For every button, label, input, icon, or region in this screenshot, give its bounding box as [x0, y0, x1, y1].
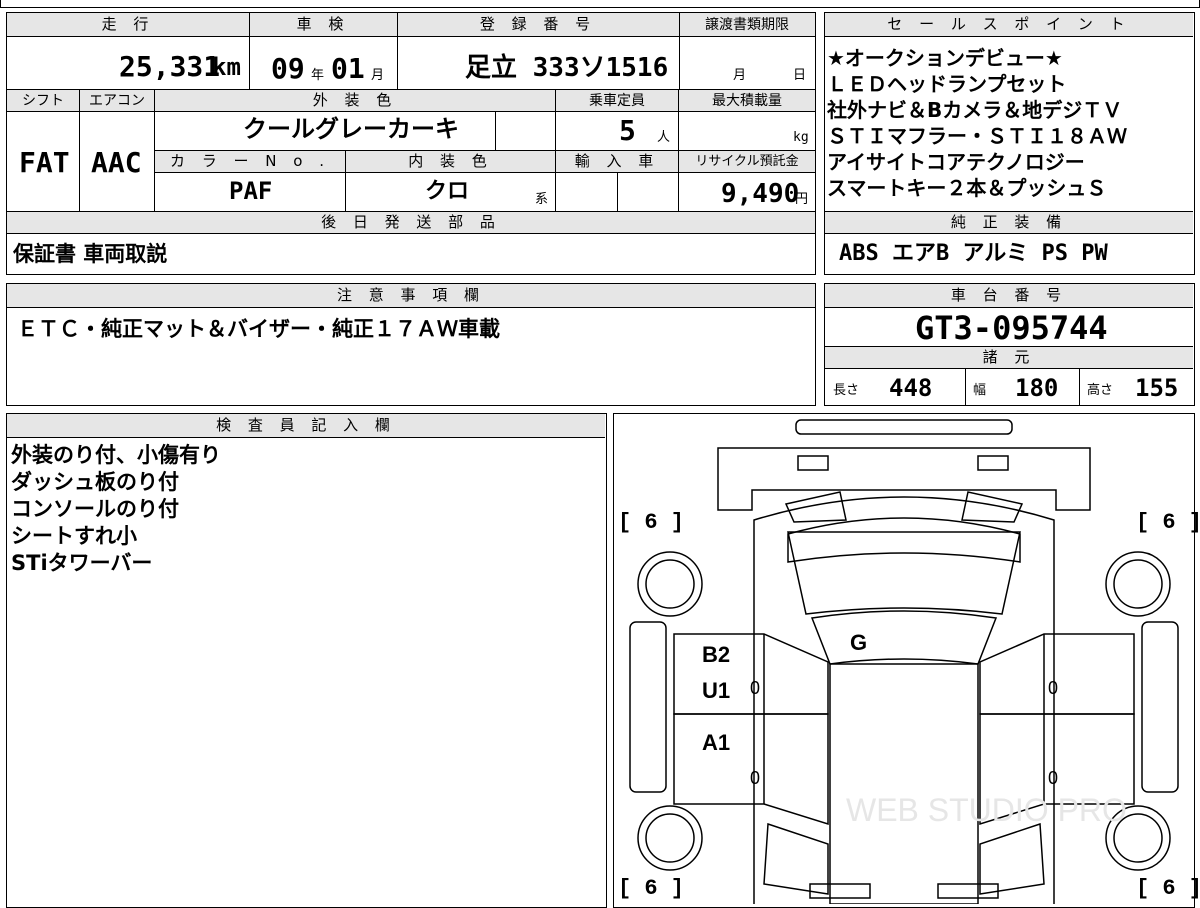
vehicle-info-grid: 走 行 車 検 登 録 番 号 譲渡書類期限 25,331 km 09 年 01…: [6, 12, 816, 275]
colorno-header: カ ラ ー N o .: [155, 151, 345, 173]
sales-point-line: 社外ナビ＆Bカメラ＆地デジＴＶ: [827, 98, 1123, 122]
sales-point-line: ＳＴＩマフラー・ＳＴＩ１８ＡＷ: [827, 124, 1127, 148]
car-top-view-diagram: [629, 419, 1179, 904]
equipment-value: ABS エアB アルミ PS PW: [839, 241, 1108, 266]
height-value: 155: [1135, 374, 1179, 402]
mileage-header: 走 行: [7, 13, 249, 37]
inspection-year-unit: 年: [311, 68, 325, 83]
mileage-value: 25,331: [119, 50, 221, 83]
tire-tread-bottom-right: 6: [1162, 876, 1176, 901]
inspector-panel: 検 査 員 記 入 欄 外装のり付、小傷有り ダッシュ板のり付 コンソールのり付…: [6, 413, 607, 908]
load-header: 最大積載量: [679, 90, 815, 112]
watermark: WEB STUDIO PRO: [846, 792, 1127, 828]
interior-header: 内 装 色: [346, 151, 555, 173]
transfer-day-unit: 日: [793, 68, 807, 83]
chassis-panel: 車 台 番 号 GT3-095744 諸 元 長さ 448 幅 180 高さ 1…: [824, 283, 1195, 406]
inspection-month: 01: [331, 52, 365, 85]
zero-mark: 0: [750, 768, 761, 788]
inspector-line: コンソールのり付: [11, 497, 179, 521]
inspector-header: 検 査 員 記 入 欄: [7, 414, 605, 438]
zero-mark: 0: [1048, 768, 1059, 788]
chassis-value: GT3-095744: [915, 309, 1108, 347]
capacity-unit: 人: [657, 130, 671, 145]
equipment-header: 純 正 装 備: [825, 212, 1193, 234]
zero-mark: 0: [750, 678, 761, 698]
capacity-header: 乗車定員: [556, 90, 678, 112]
inspection-header: 車 検: [249, 13, 397, 37]
dimensions-header: 諸 元: [825, 347, 1193, 369]
tire-bracket-bottom-left: [ 6 ]: [618, 876, 685, 901]
shift-value: FAT: [19, 146, 70, 179]
notes-panel: 注 意 事 項 欄 ＥＴＣ・純正マット＆バイザー・純正１７ＡＷ車載: [6, 283, 816, 406]
recycle-header: リサイクル預託金: [679, 151, 815, 173]
ac-header: エアコン: [80, 90, 154, 112]
sales-point-line: ＬＥＤヘッドランプセット: [827, 72, 1067, 96]
sales-point-line: アイサイトコアテクノロジー: [827, 150, 1085, 174]
chassis-header: 車 台 番 号: [825, 284, 1193, 308]
inspector-line: 外装のり付、小傷有り: [11, 443, 221, 467]
notes-header: 注 意 事 項 欄: [7, 284, 815, 308]
colorno-value: PAF: [229, 177, 273, 205]
shift-header: シフト: [7, 90, 79, 112]
length-value: 448: [889, 374, 933, 402]
mileage-unit: km: [212, 53, 241, 81]
exterior-header: 外 装 色: [155, 90, 555, 112]
notes-value: ＥＴＣ・純正マット＆バイザー・純正１７ＡＷ車載: [17, 317, 500, 341]
tire-bracket-bottom-right: [ 6 ]: [1136, 876, 1200, 901]
mark-u1: U1: [702, 678, 731, 703]
sales-points-panel: セ ー ル ス ポ イ ン ト ★オークションデビュー★ ＬＥＤヘッドランプセッ…: [824, 12, 1195, 275]
inspection-year: 09: [271, 52, 305, 85]
load-unit: kg: [793, 130, 809, 145]
sales-point-line: スマートキー２本＆プッシュＳ: [827, 176, 1107, 200]
height-label: 高さ: [1087, 383, 1114, 398]
recycle-value: 9,490: [721, 179, 800, 209]
exterior-value: クールグレーカーキ: [243, 115, 459, 143]
tire-tread-bottom-left: 6: [644, 876, 658, 901]
inspection-month-unit: 月: [371, 68, 385, 83]
tire-bracket-top-right: [ 6 ]: [1136, 510, 1200, 535]
damage-diagram-panel: [ 6 ] [ 6 ] [ 6 ] [ 6 ] G B2 U1 A1 0 0 0…: [613, 413, 1200, 908]
inspector-line: STiタワーバー: [11, 551, 153, 575]
recycle-unit: 円: [795, 192, 809, 207]
sales-point-line: ★オークションデビュー★: [827, 46, 1063, 70]
ac-value: AAC: [91, 146, 142, 179]
import-header: 輸 入 車: [556, 151, 678, 173]
tire-bracket-top-left: [ 6 ]: [618, 510, 685, 535]
registration-header: 登 録 番 号: [397, 13, 679, 37]
tire-tread-top-left: 6: [644, 510, 658, 535]
length-label: 長さ: [833, 383, 860, 398]
sales-points-header: セ ー ル ス ポ イ ン ト: [825, 13, 1193, 37]
width-label: 幅: [973, 383, 987, 398]
registration-value: 足立 333ソ1516: [465, 53, 669, 83]
inspector-line: シートすれ小: [11, 524, 137, 548]
later-parts-header: 後 日 発 送 部 品: [7, 212, 815, 234]
cropped-top-strip: [0, 0, 1200, 8]
later-parts-value: 保証書 車両取説: [13, 242, 168, 266]
capacity-value: 5: [619, 114, 636, 147]
mark-g: G: [850, 630, 868, 655]
interior-value: クロ: [425, 179, 470, 204]
tire-tread-top-right: 6: [1162, 510, 1176, 535]
transfer-month-unit: 月: [733, 68, 747, 83]
zero-mark: 0: [1048, 678, 1059, 698]
mark-a1: A1: [702, 730, 731, 755]
inspector-line: ダッシュ板のり付: [11, 470, 179, 494]
transfer-header: 譲渡書類期限: [679, 13, 815, 37]
interior-suffix: 系: [535, 192, 549, 207]
mark-b2: B2: [702, 642, 731, 667]
width-value: 180: [1015, 374, 1059, 402]
